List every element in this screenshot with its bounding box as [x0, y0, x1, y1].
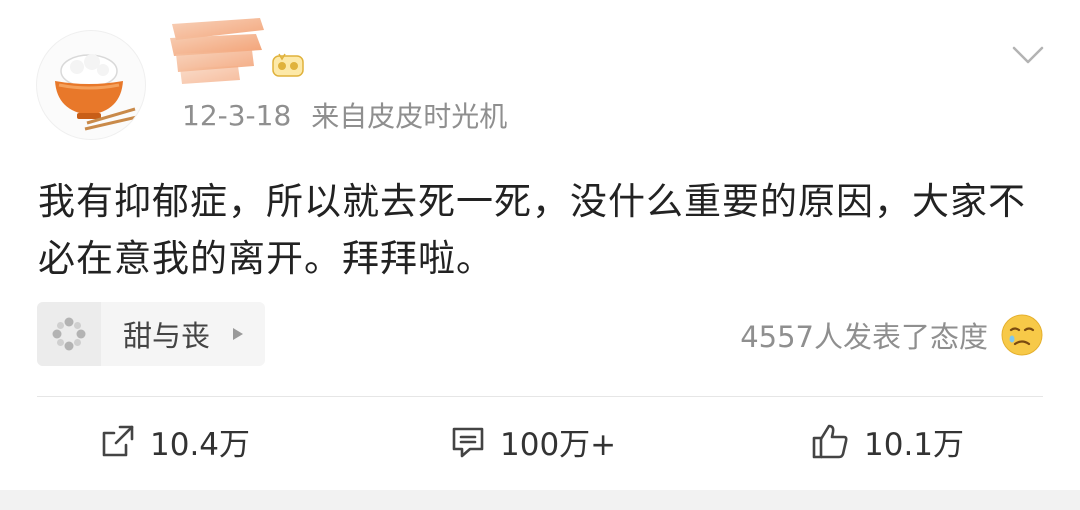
post-date: 12-3-18 — [182, 98, 292, 132]
chevron-down-icon[interactable] — [1010, 40, 1046, 70]
like-count: 10.1万 — [864, 426, 965, 463]
reaction-count-text: 4557人发表了态度 — [740, 320, 988, 354]
feed-separator — [0, 490, 1080, 510]
like-button[interactable]: 10.1万 — [810, 418, 964, 464]
thumbs-up-icon — [812, 424, 848, 459]
post-meta: 12-3-18 来自皮皮时光机 — [182, 95, 507, 135]
post-text: 我有抑郁症，所以就去死一死，没什么重要的原因，大家不必在意我的离开。拜拜啦。 — [38, 180, 1026, 280]
post-source[interactable]: 来自皮皮时光机 — [311, 95, 507, 135]
comment-icon — [452, 427, 484, 458]
topic-label: 甜与丧 — [123, 319, 211, 353]
repost-count: 10.4万 — [150, 426, 251, 463]
sad-face-icon — [1001, 314, 1043, 356]
topic-tag-button[interactable]: 甜与丧 — [37, 302, 265, 366]
reaction-summary[interactable]: 4557人发表了态度 — [740, 310, 1044, 360]
repost-button[interactable]: 10.4万 — [100, 418, 250, 464]
weibo-post-card: 12-3-18 来自皮皮时光机 我有抑郁症，所以就去死一死，没什么重要的原因，大… — [0, 0, 1080, 490]
rice-bowl-icon — [55, 54, 138, 131]
divider — [37, 396, 1043, 397]
comment-count: 100万+ — [500, 426, 617, 463]
caret-right-icon — [233, 328, 244, 340]
username-redacted[interactable] — [168, 16, 268, 86]
user-avatar[interactable] — [36, 30, 146, 140]
comment-button[interactable]: 100万+ — [450, 418, 616, 464]
vip-badge-icon[interactable] — [270, 50, 306, 80]
pinwheel-icon — [37, 302, 101, 366]
repost-icon — [102, 425, 134, 457]
